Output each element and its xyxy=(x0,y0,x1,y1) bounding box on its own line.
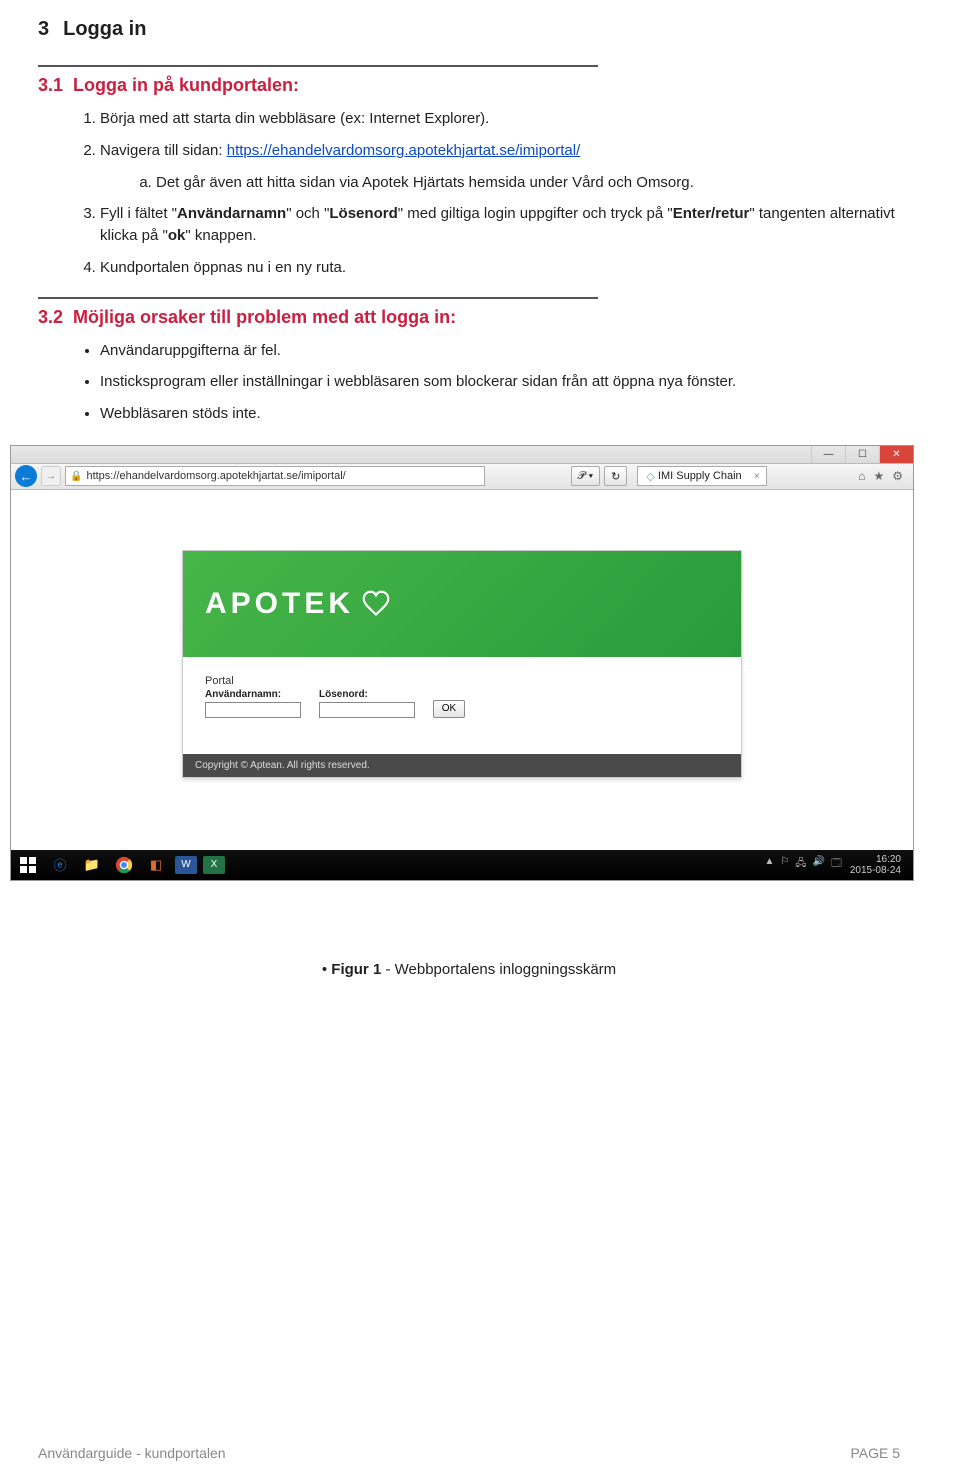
portal-url-link[interactable]: https://ehandelvardomsorg.apotekhjartat.… xyxy=(227,142,581,159)
step-bold-term: Lösenord xyxy=(329,205,397,222)
heart-icon xyxy=(362,590,390,618)
portal-label: Portal xyxy=(205,675,719,687)
footer-right: PAGE 5 xyxy=(850,1445,900,1461)
brand-band: APOTEK xyxy=(183,551,741,657)
bullets-list: Användaruppgifterna är fel. Insticksprog… xyxy=(100,340,900,425)
bullet-item: Webbläsaren stöds inte. xyxy=(100,403,900,425)
windows-taskbar: ⓔ 📁 ◧ W X ▲ ⚐ 🖧 🔊 🗔 16:20 xyxy=(11,850,913,880)
copyright-bar: Copyright © Aptean. All rights reserved. xyxy=(183,754,741,777)
section-title: Logga in xyxy=(63,18,146,40)
clock-time: 16:20 xyxy=(850,854,901,865)
taskbar-word-icon[interactable]: W xyxy=(175,856,197,874)
login-panel: APOTEK Portal Användarnamn: xyxy=(182,550,742,778)
login-form: Portal Användarnamn: Lösenord: OK xyxy=(183,657,741,754)
figure-text: Webbportalens inloggningsskärm xyxy=(395,961,617,978)
taskbar-ie-icon[interactable]: ⓔ xyxy=(47,854,73,876)
step-text: Börja med att starta din webbläsare (ex:… xyxy=(100,110,489,127)
brand-text: APOTEK xyxy=(205,587,354,621)
forward-button[interactable]: → xyxy=(41,466,61,486)
bullet-text: Webbläsaren stöds inte. xyxy=(100,405,261,422)
subsection-title: Logga in på kundportalen: xyxy=(73,75,299,95)
search-indicator[interactable]: 𝒫 ▾ xyxy=(571,466,601,486)
favorites-icon[interactable]: ★ xyxy=(873,469,884,483)
window-titlebar: — ☐ ✕ xyxy=(11,446,913,464)
step-1: Börja med att starta din webbläsare (ex:… xyxy=(100,108,900,130)
steps-list: Börja med att starta din webbläsare (ex:… xyxy=(100,108,900,279)
page-footer: Användarguide - kundportalen PAGE 5 xyxy=(0,1445,960,1461)
substep-a: Det går även att hitta sidan via Apotek … xyxy=(156,172,900,194)
minimize-button[interactable]: — xyxy=(811,446,845,463)
separator xyxy=(38,65,598,67)
figure-label: Figur 1 xyxy=(331,961,381,978)
close-button[interactable]: ✕ xyxy=(879,446,913,463)
step-bold-term: Enter/retur xyxy=(673,205,750,222)
ok-button[interactable]: OK xyxy=(433,700,465,718)
taskbar-explorer-icon[interactable]: 📁 xyxy=(79,854,105,876)
browser-tab[interactable]: ◇ IMI Supply Chain × xyxy=(637,466,766,486)
step-text: Kundportalen öppnas nu i en ny ruta. xyxy=(100,259,346,276)
tray-network-icon[interactable]: 🖧 xyxy=(795,856,806,873)
step-bold-term: ok xyxy=(168,227,186,244)
bullet-item: Användaruppgifterna är fel. xyxy=(100,340,900,362)
figure-caption: • Figur 1 - Webbportalens inloggningsskä… xyxy=(38,961,900,978)
figure-sep: - xyxy=(381,961,394,978)
substep-text: Det går även att hitta sidan via Apotek … xyxy=(156,174,694,191)
section-heading-1: 3 Logga in xyxy=(38,18,900,41)
tab-close-icon[interactable]: × xyxy=(754,471,760,482)
home-icon[interactable]: ⌂ xyxy=(858,469,865,483)
tools-icon[interactable]: ⚙ xyxy=(892,469,903,483)
password-label: Lösenord: xyxy=(319,689,415,700)
system-tray[interactable]: ▲ ⚐ 🖧 🔊 🗔 xyxy=(765,856,842,873)
bullet-glyph: • xyxy=(322,961,327,978)
taskbar-excel-icon[interactable]: X xyxy=(203,856,225,874)
address-bar[interactable]: 🔒 https://ehandelvardomsorg.apotekhjarta… xyxy=(65,466,485,486)
step-4: Kundportalen öppnas nu i en ny ruta. xyxy=(100,257,900,279)
step-text-part: " med giltiga login uppgifter och tryck … xyxy=(398,205,673,222)
start-button[interactable] xyxy=(15,854,41,876)
taskbar-chrome-icon[interactable] xyxy=(111,854,137,876)
subsection-number: 3.2 xyxy=(38,307,63,327)
tray-flag-icon[interactable]: ⚐ xyxy=(780,856,789,873)
substeps-list: Det går även att hitta sidan via Apotek … xyxy=(156,172,900,194)
footer-left: Användarguide - kundportalen xyxy=(38,1445,226,1461)
tab-title: IMI Supply Chain xyxy=(658,470,742,482)
bullet-item: Insticksprogram eller inställningar i we… xyxy=(100,371,900,393)
maximize-button[interactable]: ☐ xyxy=(845,446,879,463)
apotek-logo: APOTEK xyxy=(205,587,390,621)
browser-viewport: APOTEK Portal Användarnamn: xyxy=(11,490,913,850)
tray-volume-icon[interactable]: 🔊 xyxy=(813,856,825,873)
step-text-prefix: Navigera till sidan: xyxy=(100,142,227,159)
step-text-part: Fyll i fältet " xyxy=(100,205,177,222)
section-number: 3 xyxy=(38,18,49,40)
browser-screenshot: — ☐ ✕ ← → 🔒 https://ehandelvardomsorg.ap… xyxy=(10,445,914,881)
username-input[interactable] xyxy=(205,702,301,718)
separator xyxy=(38,297,598,299)
refresh-button[interactable]: ↻ xyxy=(604,466,627,486)
tray-up-icon[interactable]: ▲ xyxy=(765,856,775,873)
taskbar-generic-icon[interactable]: ◧ xyxy=(143,854,169,876)
step-3: Fyll i fältet "Användarnamn" och "Löseno… xyxy=(100,203,900,247)
step-2: Navigera till sidan: https://ehandelvard… xyxy=(100,140,900,194)
subsection-title: Möjliga orsaker till problem med att log… xyxy=(73,307,456,327)
password-input[interactable] xyxy=(319,702,415,718)
bullet-text: Insticksprogram eller inställningar i we… xyxy=(100,373,736,390)
clock-date: 2015-08-24 xyxy=(850,865,901,876)
taskbar-clock[interactable]: 16:20 2015-08-24 xyxy=(850,854,901,876)
subsection-heading-32: 3.2 Möjliga orsaker till problem med att … xyxy=(38,307,900,328)
tab-favicon: ◇ xyxy=(646,470,654,483)
tray-battery-icon[interactable]: 🗔 xyxy=(831,856,842,873)
browser-toolbar: ← → 🔒 https://ehandelvardomsorg.apotekhj… xyxy=(11,464,913,490)
bullet-text: Användaruppgifterna är fel. xyxy=(100,342,281,359)
step-text-part: " knappen. xyxy=(185,227,256,244)
step-text-part: " och " xyxy=(286,205,329,222)
back-button[interactable]: ← xyxy=(15,465,37,487)
step-bold-term: Användarnamn xyxy=(177,205,286,222)
subsection-heading-31: 3.1 Logga in på kundportalen: xyxy=(38,75,900,96)
username-label: Användarnamn: xyxy=(205,689,301,700)
url-text: https://ehandelvardomsorg.apotekhjartat.… xyxy=(86,470,345,482)
lock-icon: 🔒 xyxy=(70,471,82,482)
subsection-number: 3.1 xyxy=(38,75,63,95)
